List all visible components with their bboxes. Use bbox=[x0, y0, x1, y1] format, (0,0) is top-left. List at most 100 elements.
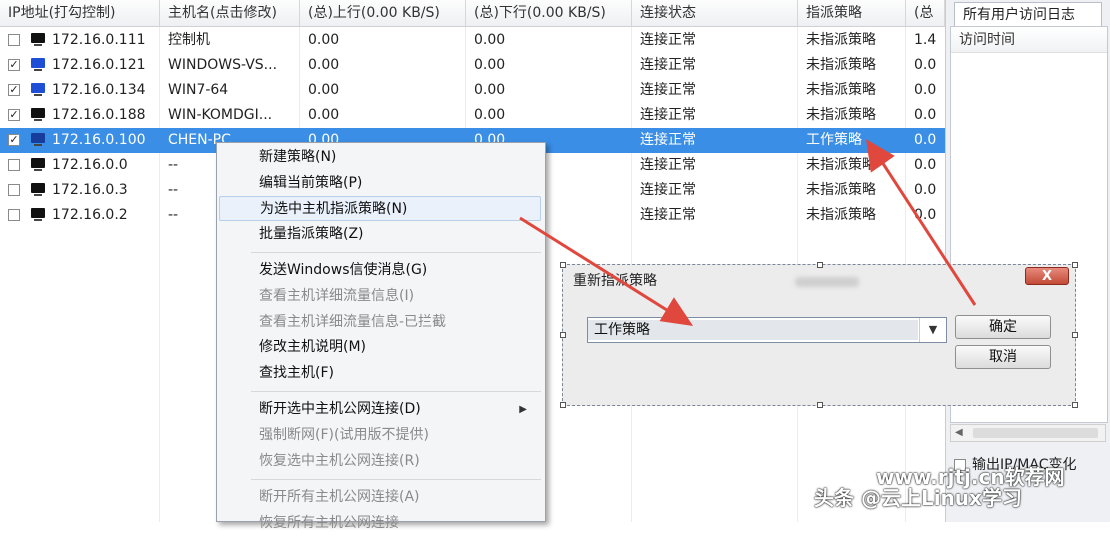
cell-host[interactable]: WIN-KOMDGI... bbox=[160, 103, 300, 128]
submenu-arrow-icon: ▶ bbox=[519, 404, 527, 416]
cell-up: 0.00 bbox=[308, 57, 340, 73]
cell-policy: 未指派策略 bbox=[806, 57, 876, 73]
cell-status: 连接正常 bbox=[640, 157, 696, 173]
menu-item[interactable]: 恢复选中主机公网连接(R) bbox=[219, 449, 541, 474]
menu-item[interactable]: 查找主机(F) bbox=[219, 361, 541, 386]
menu-item-label: 编辑当前策略(P) bbox=[259, 174, 363, 191]
cell-ip: 172.16.0.188 bbox=[52, 107, 146, 123]
cell-policy: 未指派策略 bbox=[806, 107, 876, 123]
row-checkbox[interactable] bbox=[8, 209, 20, 221]
menu-item-label: 强制断网(F)(试用版不提供) bbox=[259, 427, 429, 443]
scroll-left-icon[interactable]: ◀ bbox=[955, 427, 963, 438]
cell-ip: 172.16.0.121 bbox=[52, 57, 146, 73]
column-header[interactable]: 连接状态 bbox=[632, 0, 798, 27]
menu-item[interactable]: 查看主机详细流量信息(I) bbox=[219, 284, 541, 309]
menu-item[interactable]: 查看主机详细流量信息-已拦截 bbox=[219, 310, 541, 335]
column-header[interactable]: (总)下行(0.00 KB/S) bbox=[466, 0, 632, 27]
menu-item-label: 断开选中主机公网连接(D) bbox=[259, 401, 421, 418]
row-checkbox[interactable] bbox=[8, 159, 20, 171]
computer-screen bbox=[31, 183, 45, 193]
policy-select-value: 工作策略 bbox=[588, 320, 918, 340]
resize-handle[interactable] bbox=[1072, 332, 1078, 338]
menu-item[interactable]: 为选中主机指派策略(N) bbox=[219, 196, 541, 222]
cell-host[interactable]: 控制机 bbox=[160, 28, 300, 53]
row-checkbox[interactable] bbox=[8, 184, 20, 196]
computer-screen bbox=[31, 208, 45, 218]
computer-screen bbox=[31, 108, 45, 118]
menu-item-label: 为选中主机指派策略(N) bbox=[260, 201, 408, 218]
computer-screen bbox=[31, 158, 45, 168]
computer-stand bbox=[34, 119, 42, 121]
menu-item[interactable]: 发送Windows信使消息(G) bbox=[219, 258, 541, 283]
cell-status: 连接正常 bbox=[640, 132, 696, 148]
scrollbar-thumb[interactable] bbox=[973, 428, 1098, 438]
computer-stand bbox=[34, 194, 42, 196]
access-time-column-header[interactable]: 访问时间 bbox=[951, 27, 1107, 53]
column-header[interactable]: (总)上行(0.00 KB/S) bbox=[300, 0, 466, 27]
cell-status: 连接正常 bbox=[640, 207, 696, 223]
blurred-region bbox=[795, 277, 859, 287]
cell-ip: 172.16.0.100 bbox=[52, 132, 146, 148]
computer-stand bbox=[34, 144, 42, 146]
resize-handle[interactable] bbox=[817, 402, 823, 408]
resize-handle[interactable] bbox=[560, 402, 566, 408]
column-header[interactable]: (总 bbox=[906, 0, 945, 27]
row-checkbox[interactable]: ✓ bbox=[8, 109, 20, 121]
horizontal-scrollbar[interactable]: ◀ bbox=[950, 424, 1106, 442]
table-row[interactable]: ✓ 172.16.0.121 WINDOWS-VS... 0.00 0.00 连接正常 未指… bbox=[0, 53, 945, 78]
resize-handle[interactable] bbox=[560, 332, 566, 338]
table-row[interactable]: 172.16.0.111 控制机 0.00 0.00 连接正常 未指派策略 1.4 bbox=[0, 28, 945, 53]
cell-extra: 0.0 bbox=[914, 182, 937, 198]
cell-policy: 工作策略 bbox=[806, 132, 862, 148]
menu-item-label: 批量指派策略(Z) bbox=[259, 225, 364, 242]
ok-button[interactable]: 确定 bbox=[955, 315, 1051, 339]
cell-status: 连接正常 bbox=[640, 32, 696, 48]
row-checkbox[interactable]: ✓ bbox=[8, 134, 20, 146]
table-row[interactable]: ✓ 172.16.0.188 WIN-KOMDGI... 0.00 0.00 连接正常 未指… bbox=[0, 103, 945, 128]
resize-handle[interactable] bbox=[560, 262, 566, 268]
policy-select[interactable]: 工作策略 ▼ bbox=[587, 317, 947, 343]
dialog-title: 重新指派策略 bbox=[573, 273, 657, 289]
computer-stand bbox=[34, 219, 42, 221]
cell-extra: 0.0 bbox=[914, 132, 937, 148]
cell-policy: 未指派策略 bbox=[806, 182, 876, 198]
close-button[interactable]: X bbox=[1025, 267, 1069, 285]
resize-handle[interactable] bbox=[817, 262, 823, 268]
cell-host[interactable]: WINDOWS-VS... bbox=[160, 53, 300, 78]
menu-item[interactable]: 强制断网(F)(试用版不提供) bbox=[219, 423, 541, 448]
cell-ip: 172.16.0.111 bbox=[52, 32, 146, 48]
tab-all-user-access-log[interactable]: 所有用户访问日志 bbox=[954, 2, 1102, 26]
cell-up: 0.00 bbox=[308, 32, 340, 48]
reassign-policy-dialog: 重新指派策略 X 工作策略 ▼ 确定 取消 bbox=[560, 262, 1078, 408]
menu-item[interactable]: 新建策略(N) bbox=[219, 145, 541, 170]
column-header[interactable]: IP地址(打勾控制) bbox=[0, 0, 160, 27]
row-checkbox[interactable]: ✓ bbox=[8, 84, 20, 96]
menu-item[interactable]: 修改主机说明(M) bbox=[219, 335, 541, 360]
computer-screen bbox=[31, 58, 45, 68]
chevron-down-icon[interactable]: ▼ bbox=[919, 318, 946, 342]
menu-item[interactable]: 断开所有主机公网连接(A) bbox=[219, 485, 541, 510]
menu-item[interactable]: 批量指派策略(Z) bbox=[219, 222, 541, 247]
menu-item-label: 查看主机详细流量信息(I) bbox=[259, 288, 415, 304]
cell-ip: 172.16.0.134 bbox=[52, 82, 146, 98]
menu-item[interactable]: 编辑当前策略(P) bbox=[219, 171, 541, 196]
cancel-button[interactable]: 取消 bbox=[955, 345, 1051, 369]
computer-stand bbox=[34, 69, 42, 71]
cell-status: 连接正常 bbox=[640, 82, 696, 98]
row-checkbox[interactable]: ✓ bbox=[8, 59, 20, 71]
row-checkbox[interactable] bbox=[8, 34, 20, 46]
resize-handle[interactable] bbox=[1072, 402, 1078, 408]
menu-item[interactable]: 恢复所有主机公网连接 bbox=[219, 511, 541, 536]
menu-item-label: 新建策略(N) bbox=[259, 149, 337, 165]
column-header[interactable]: 主机名(点击修改) bbox=[160, 0, 300, 27]
column-header[interactable]: 指派策略 bbox=[798, 0, 906, 27]
menu-item-label: 恢复所有主机公网连接 bbox=[259, 514, 399, 531]
menu-item[interactable]: 断开选中主机公网连接(D) ▶ bbox=[219, 397, 541, 422]
table-row[interactable]: ✓ 172.16.0.134 WIN7-64 0.00 0.00 连接正常 未指派策略 0.0 bbox=[0, 78, 945, 103]
menu-item-label: 查找主机(F) bbox=[259, 364, 334, 381]
menu-item-label: 修改主机说明(M) bbox=[259, 339, 367, 356]
cell-ip: 172.16.0.0 bbox=[52, 157, 128, 173]
resize-handle[interactable] bbox=[1072, 262, 1078, 268]
access-log-panel: 所有用户访问日志 访问时间 ◀ 输出IP/MAC变化 bbox=[945, 0, 1110, 522]
cell-host[interactable]: WIN7-64 bbox=[160, 78, 300, 103]
